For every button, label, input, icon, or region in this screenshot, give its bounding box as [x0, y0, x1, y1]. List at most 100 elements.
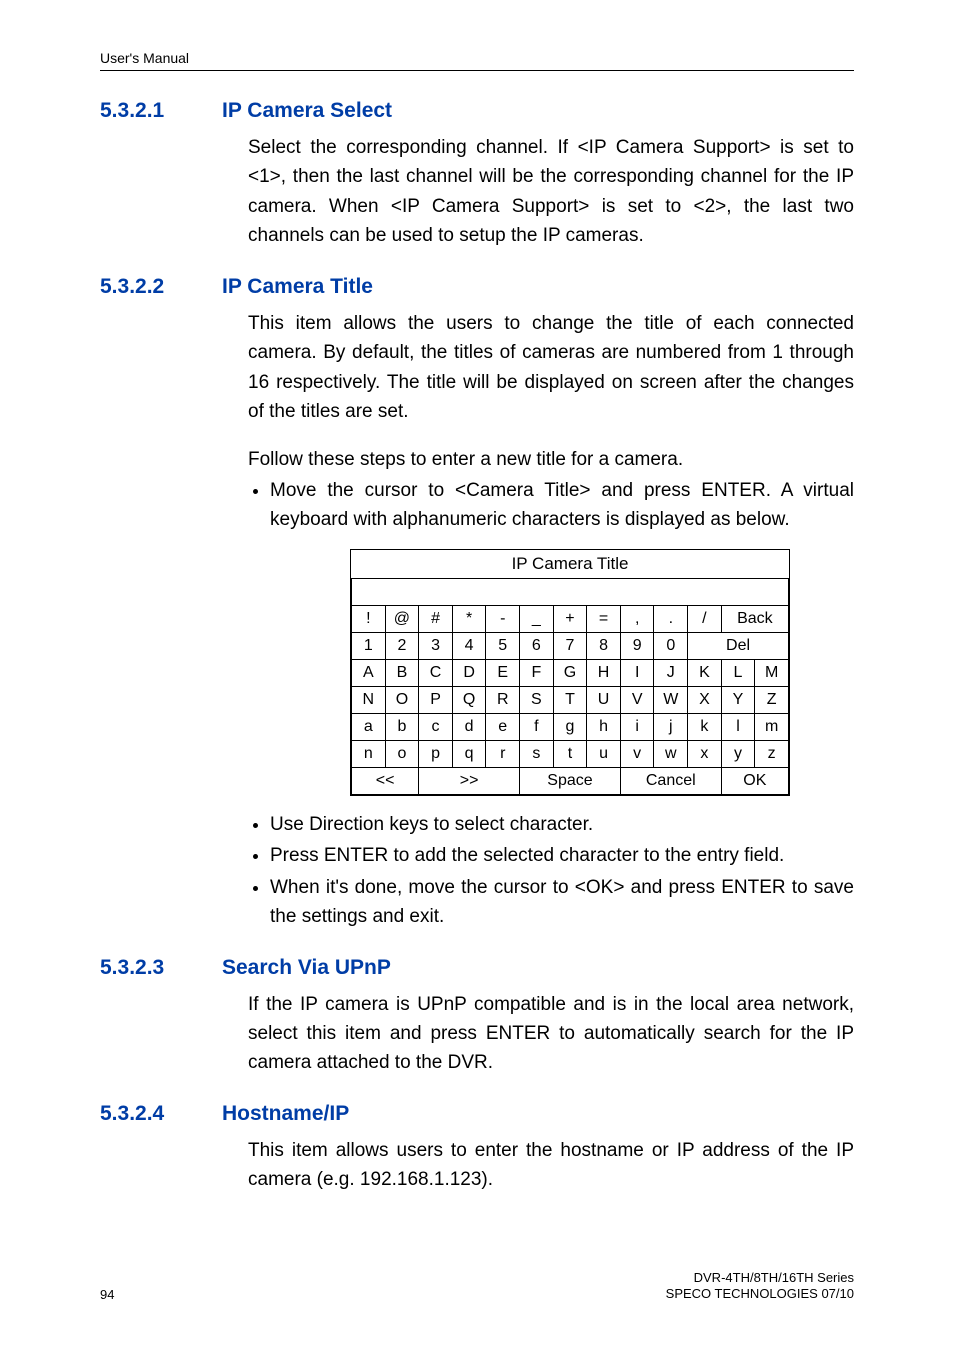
- key-star[interactable]: *: [452, 605, 486, 632]
- key-8[interactable]: 8: [587, 632, 621, 659]
- key-back[interactable]: Back: [721, 605, 788, 632]
- key-y-lower[interactable]: y: [721, 740, 755, 767]
- key-a-lower[interactable]: a: [352, 713, 386, 740]
- key-M[interactable]: M: [755, 659, 789, 686]
- key-F[interactable]: F: [520, 659, 554, 686]
- paragraph-s1: Select the corresponding channel. If <IP…: [248, 133, 854, 251]
- key-period[interactable]: .: [654, 605, 688, 632]
- key-r-lower[interactable]: r: [486, 740, 520, 767]
- key-T[interactable]: T: [553, 686, 587, 713]
- paragraph-s2-1: This item allows the users to change the…: [248, 309, 854, 427]
- key-4[interactable]: 4: [452, 632, 486, 659]
- heading-number: 5.3.2.2: [100, 275, 182, 299]
- footer-line1: DVR-4TH/8TH/16TH Series: [666, 1270, 854, 1286]
- key-u-lower[interactable]: u: [587, 740, 621, 767]
- key-prev[interactable]: <<: [352, 767, 419, 794]
- heading-text: IP Camera Title: [222, 275, 373, 299]
- key-plus[interactable]: +: [553, 605, 587, 632]
- key-B[interactable]: B: [385, 659, 419, 686]
- key-9[interactable]: 9: [620, 632, 654, 659]
- key-k-lower[interactable]: k: [688, 713, 722, 740]
- key-i-lower[interactable]: i: [620, 713, 654, 740]
- key-q-lower[interactable]: q: [452, 740, 486, 767]
- key-Y[interactable]: Y: [721, 686, 755, 713]
- key-slash[interactable]: /: [688, 605, 722, 632]
- key-comma[interactable]: ,: [620, 605, 654, 632]
- key-N[interactable]: N: [352, 686, 386, 713]
- key-c-lower[interactable]: c: [419, 713, 453, 740]
- heading-number: 5.3.2.1: [100, 99, 182, 123]
- key-d-lower[interactable]: d: [452, 713, 486, 740]
- key-equals[interactable]: =: [587, 605, 621, 632]
- heading-text: IP Camera Select: [222, 99, 392, 123]
- key-next[interactable]: >>: [419, 767, 520, 794]
- paragraph-s2-2: Follow these steps to enter a new title …: [248, 445, 854, 474]
- virtual-keyboard: IP Camera Title ! @ # * - _ + = , .: [350, 549, 790, 796]
- key-underscore[interactable]: _: [520, 605, 554, 632]
- heading-5-3-2-2: 5.3.2.2 IP Camera Title: [100, 275, 854, 299]
- key-Q[interactable]: Q: [452, 686, 486, 713]
- key-excl[interactable]: !: [352, 605, 386, 632]
- key-j-lower[interactable]: j: [654, 713, 688, 740]
- key-m-lower[interactable]: m: [755, 713, 789, 740]
- key-G[interactable]: G: [553, 659, 587, 686]
- heading-text: Search Via UPnP: [222, 956, 391, 980]
- key-g-lower[interactable]: g: [553, 713, 587, 740]
- key-l-lower[interactable]: l: [721, 713, 755, 740]
- keyboard-input-field[interactable]: [352, 578, 789, 605]
- key-7[interactable]: 7: [553, 632, 587, 659]
- key-v-lower[interactable]: v: [620, 740, 654, 767]
- key-5[interactable]: 5: [486, 632, 520, 659]
- key-I[interactable]: I: [620, 659, 654, 686]
- key-del[interactable]: Del: [688, 632, 789, 659]
- key-1[interactable]: 1: [352, 632, 386, 659]
- bullet-s2-3: Press ENTER to add the selected characte…: [270, 841, 854, 870]
- key-H[interactable]: H: [587, 659, 621, 686]
- key-W[interactable]: W: [654, 686, 688, 713]
- paragraph-s3: If the IP camera is UPnP compatible and …: [248, 990, 854, 1078]
- key-P[interactable]: P: [419, 686, 453, 713]
- key-V[interactable]: V: [620, 686, 654, 713]
- key-S[interactable]: S: [520, 686, 554, 713]
- key-o-lower[interactable]: o: [385, 740, 419, 767]
- key-hash[interactable]: #: [419, 605, 453, 632]
- page-footer: 94 DVR-4TH/8TH/16TH Series SPECO TECHNOL…: [100, 1270, 854, 1303]
- key-h-lower[interactable]: h: [587, 713, 621, 740]
- key-E[interactable]: E: [486, 659, 520, 686]
- key-z-lower[interactable]: z: [755, 740, 789, 767]
- key-K[interactable]: K: [688, 659, 722, 686]
- key-f-lower[interactable]: f: [520, 713, 554, 740]
- bullet-s2-4: When it's done, move the cursor to <OK> …: [270, 873, 854, 932]
- key-C[interactable]: C: [419, 659, 453, 686]
- key-t-lower[interactable]: t: [553, 740, 587, 767]
- key-2[interactable]: 2: [385, 632, 419, 659]
- key-3[interactable]: 3: [419, 632, 453, 659]
- key-O[interactable]: O: [385, 686, 419, 713]
- key-R[interactable]: R: [486, 686, 520, 713]
- key-p-lower[interactable]: p: [419, 740, 453, 767]
- key-D[interactable]: D: [452, 659, 486, 686]
- heading-5-3-2-3: 5.3.2.3 Search Via UPnP: [100, 956, 854, 980]
- key-L[interactable]: L: [721, 659, 755, 686]
- key-Z[interactable]: Z: [755, 686, 789, 713]
- key-b-lower[interactable]: b: [385, 713, 419, 740]
- footer-line2: SPECO TECHNOLOGIES 07/10: [666, 1286, 854, 1302]
- key-6[interactable]: 6: [520, 632, 554, 659]
- key-X[interactable]: X: [688, 686, 722, 713]
- paragraph-s4: This item allows users to enter the host…: [248, 1136, 854, 1195]
- key-J[interactable]: J: [654, 659, 688, 686]
- key-U[interactable]: U: [587, 686, 621, 713]
- key-at[interactable]: @: [385, 605, 419, 632]
- key-s-lower[interactable]: s: [520, 740, 554, 767]
- key-ok[interactable]: OK: [721, 767, 788, 794]
- key-space[interactable]: Space: [520, 767, 621, 794]
- heading-5-3-2-4: 5.3.2.4 Hostname/IP: [100, 1102, 854, 1126]
- key-A[interactable]: A: [352, 659, 386, 686]
- key-cancel[interactable]: Cancel: [620, 767, 721, 794]
- key-n-lower[interactable]: n: [352, 740, 386, 767]
- key-w-lower[interactable]: w: [654, 740, 688, 767]
- key-e-lower[interactable]: e: [486, 713, 520, 740]
- key-x-lower[interactable]: x: [688, 740, 722, 767]
- key-dash[interactable]: -: [486, 605, 520, 632]
- key-0[interactable]: 0: [654, 632, 688, 659]
